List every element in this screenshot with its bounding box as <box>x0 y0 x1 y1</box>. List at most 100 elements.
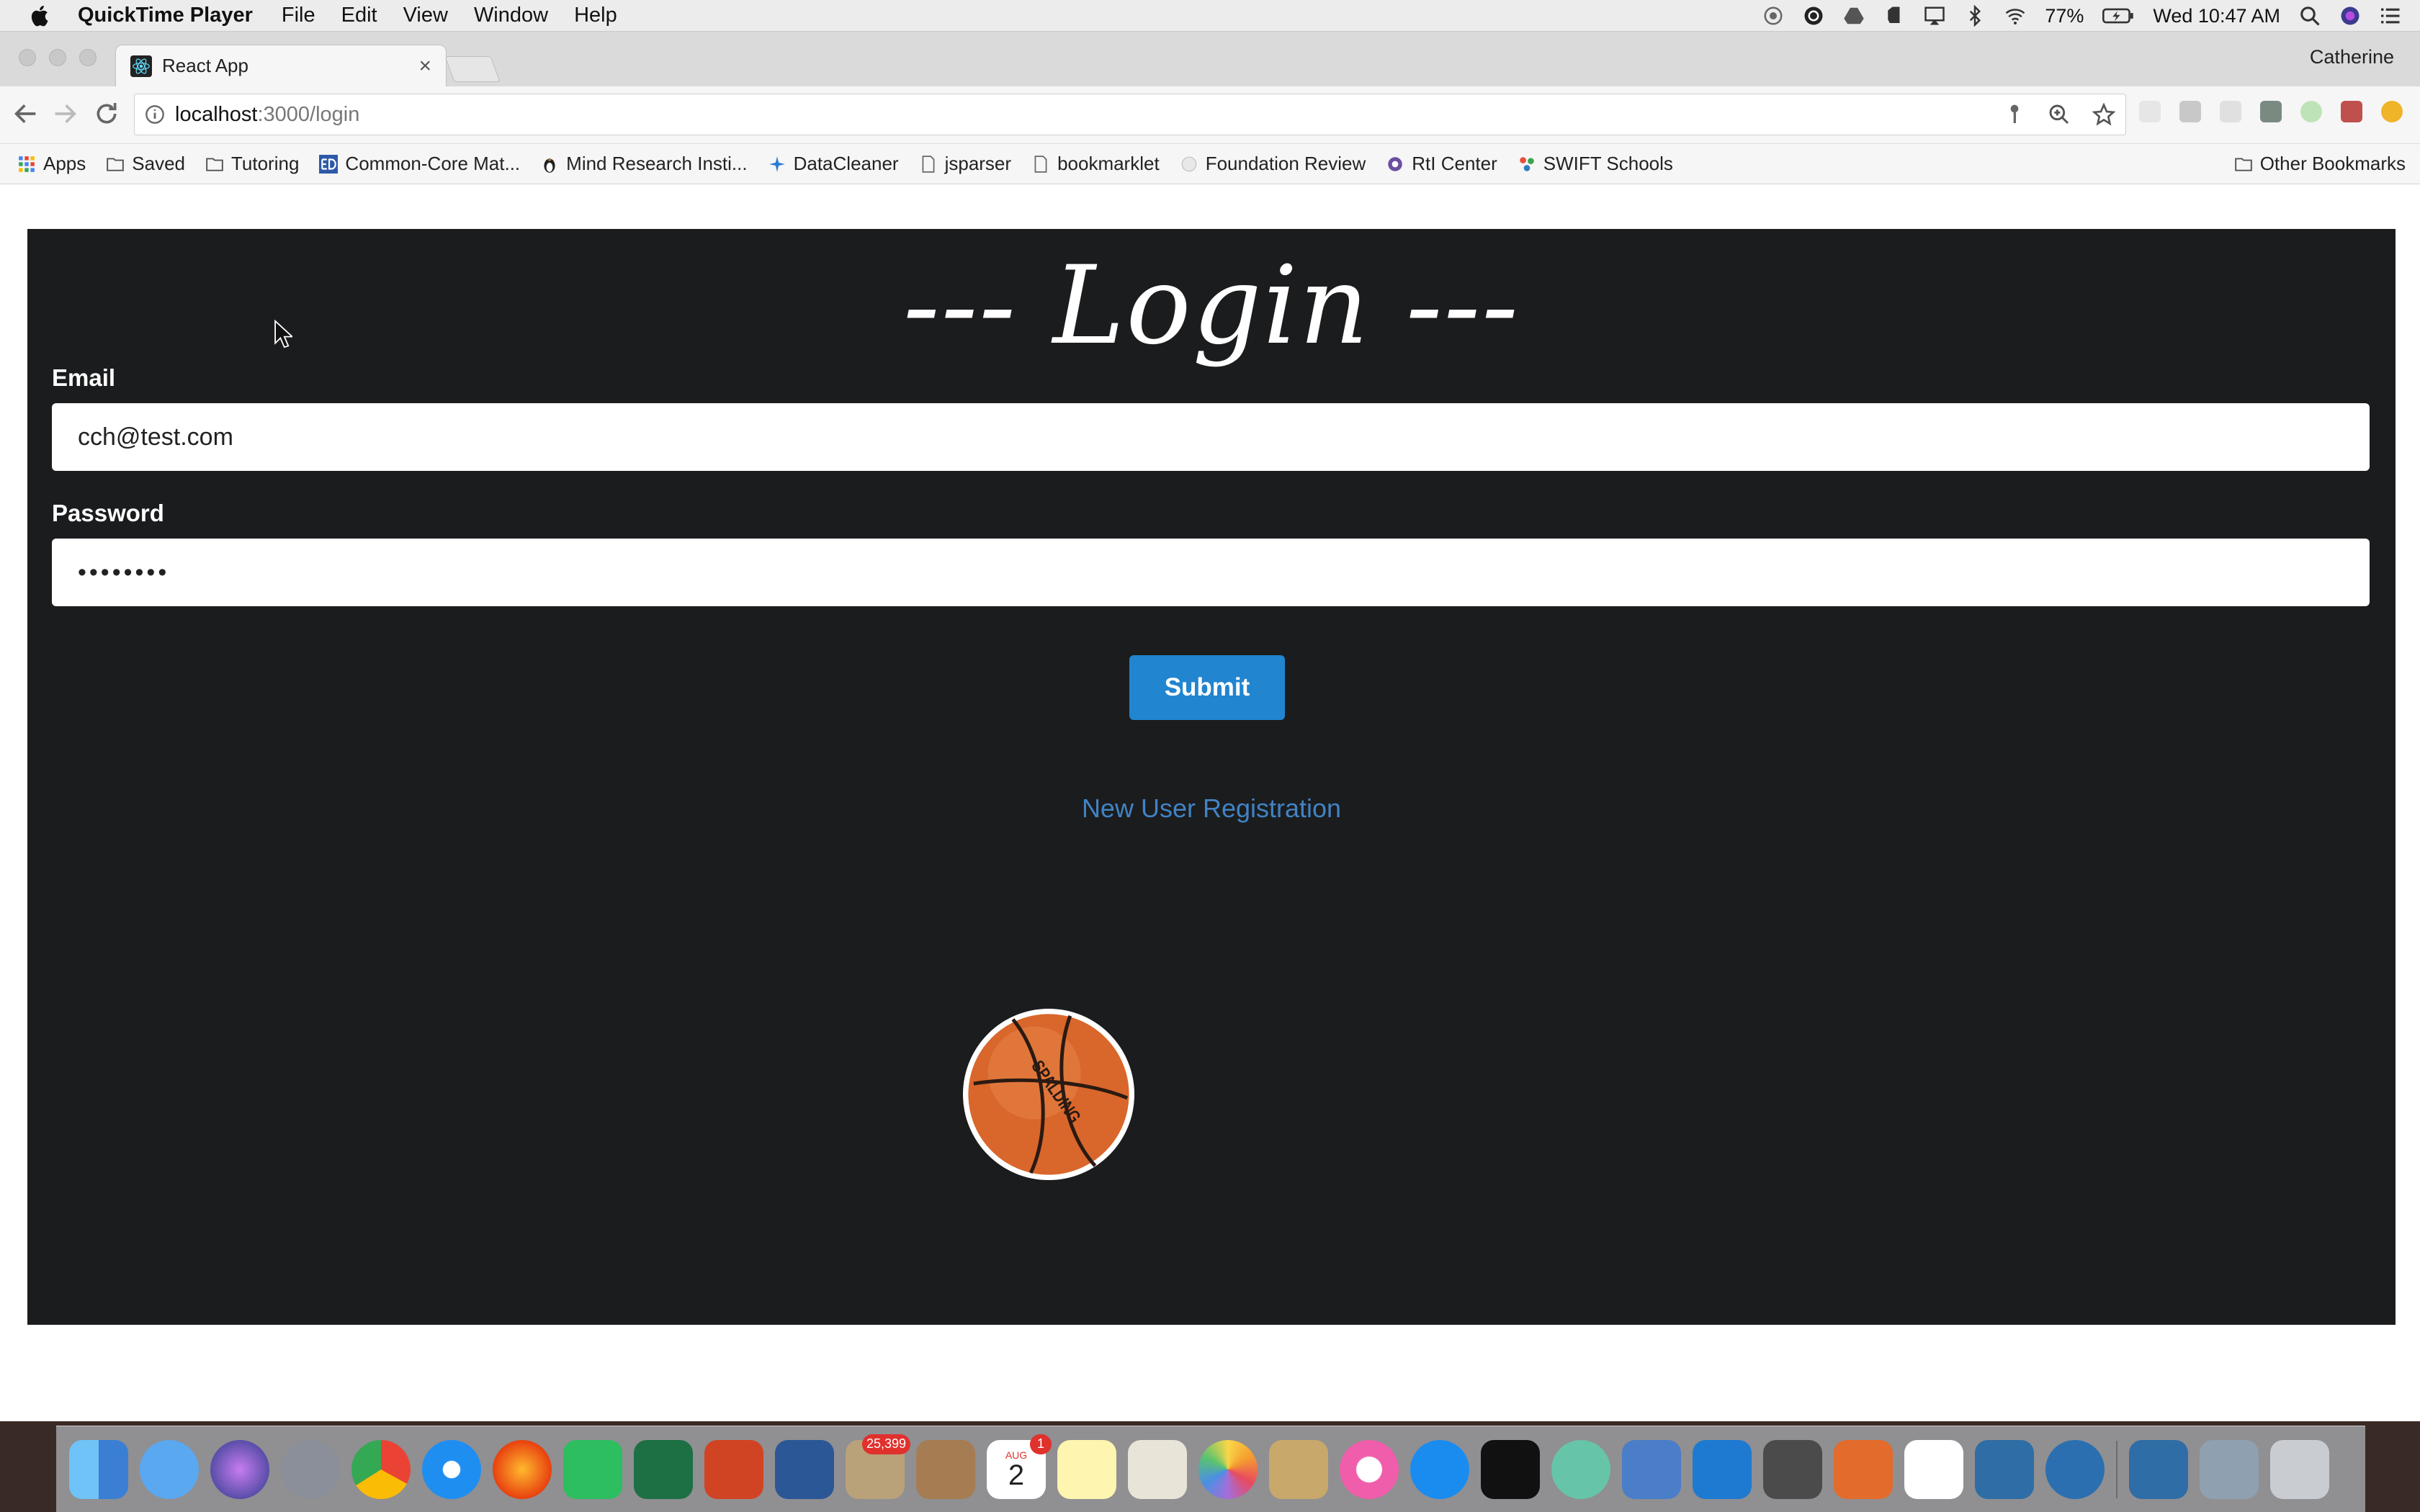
extension-icon[interactable] <box>2179 101 2201 122</box>
pages-icon[interactable] <box>1269 1439 1328 1499</box>
key-icon[interactable] <box>2003 103 2026 126</box>
tab-close-icon[interactable]: × <box>418 54 431 78</box>
battery-icon[interactable] <box>2102 5 2134 27</box>
bookmark-jsparser[interactable]: jsparser <box>919 153 1011 175</box>
evernote-extension-icon[interactable] <box>2260 101 2282 122</box>
new-tab-button[interactable] <box>444 56 501 82</box>
extension-icon[interactable] <box>2220 101 2241 122</box>
bookmark-folder-saved[interactable]: Saved <box>106 153 185 175</box>
messages-icon[interactable] <box>140 1439 199 1499</box>
menu-clock[interactable]: Wed 10:47 AM <box>2153 5 2280 27</box>
calendar-icon[interactable]: AUG 2 1 <box>987 1434 1052 1499</box>
address-bar[interactable]: localhost:3000/login <box>134 94 2126 135</box>
notification-center-icon[interactable] <box>2380 5 2401 27</box>
bookmark-mind-research[interactable]: Mind Research Insti... <box>540 153 748 175</box>
word-icon[interactable] <box>775 1439 834 1499</box>
menu-edit[interactable]: Edit <box>341 4 377 27</box>
extension-icon[interactable] <box>2341 101 2362 122</box>
tab-strip: React App × Catherine <box>0 32 2420 86</box>
siri-icon[interactable] <box>2339 5 2361 27</box>
profile-button[interactable]: Catherine <box>2310 46 2394 68</box>
mail-icon[interactable]: 25,399 <box>846 1434 910 1499</box>
bookmark-swift-schools[interactable]: SWIFT Schools <box>1518 153 1673 175</box>
siri-dock-icon[interactable] <box>210 1439 269 1499</box>
spotlight-icon[interactable] <box>2299 5 2321 27</box>
menu-app-name[interactable]: QuickTime Player <box>78 4 253 27</box>
menu-view[interactable]: View <box>403 4 448 27</box>
bookmark-common-core[interactable]: Common-Core Mat... <box>319 153 520 175</box>
bookmark-label: Saved <box>132 153 185 174</box>
chrome-icon[interactable] <box>351 1439 411 1499</box>
login-panel: --- Login --- Email Password Submit New … <box>27 229 2396 1325</box>
drive-icon[interactable] <box>1843 5 1865 27</box>
minimize-window-button[interactable] <box>49 49 66 66</box>
bookmark-label: Apps <box>43 153 86 174</box>
bluetooth-icon[interactable] <box>1964 5 1986 27</box>
reload-icon[interactable] <box>92 99 121 128</box>
bookmark-bookmarklet[interactable]: bookmarklet <box>1031 153 1160 175</box>
excel-icon[interactable] <box>634 1439 693 1499</box>
contacts-icon[interactable] <box>916 1439 975 1499</box>
record-icon[interactable] <box>1762 5 1784 27</box>
zoom-window-button[interactable] <box>79 49 97 66</box>
firefox-icon[interactable] <box>493 1439 552 1499</box>
safari-icon[interactable] <box>422 1439 481 1499</box>
apple-icon[interactable] <box>27 3 53 29</box>
bookmark-folder-tutoring[interactable]: Tutoring <box>205 153 299 175</box>
slack-icon[interactable] <box>1834 1439 1893 1499</box>
bookmark-datacleaner[interactable]: DataCleaner <box>768 153 899 175</box>
menu-file[interactable]: File <box>282 4 315 27</box>
finder-icon[interactable] <box>69 1439 128 1499</box>
apps-grid-icon <box>19 156 35 172</box>
bookmark-star-icon[interactable] <box>2092 103 2115 126</box>
creative-cloud-icon[interactable] <box>1803 5 1824 27</box>
submit-button[interactable]: Submit <box>1129 655 1285 720</box>
email-field[interactable] <box>52 403 2370 471</box>
preview-icon[interactable] <box>1128 1439 1187 1499</box>
browser-toolbar: localhost:3000/login <box>0 86 2420 144</box>
downloads-stack-icon[interactable] <box>2200 1439 2259 1499</box>
atom-icon[interactable] <box>1551 1439 1610 1499</box>
airplay-icon[interactable] <box>1924 5 1945 27</box>
evernote-tray-icon[interactable] <box>1883 5 1905 27</box>
photos-icon[interactable] <box>1198 1439 1258 1499</box>
bookmark-apps[interactable]: Apps <box>17 153 86 175</box>
terminal-icon[interactable] <box>1481 1439 1540 1499</box>
menu-window[interactable]: Window <box>474 4 548 27</box>
camera-app-icon[interactable] <box>1975 1439 2034 1499</box>
vscode-icon[interactable] <box>1693 1439 1752 1499</box>
acrobat-icon[interactable] <box>1904 1439 1963 1499</box>
forward-arrow-icon[interactable] <box>50 99 79 128</box>
tab-react-app[interactable]: React App × <box>115 45 447 86</box>
extension-icon[interactable] <box>2381 101 2403 122</box>
xcode-icon[interactable] <box>1622 1439 1681 1499</box>
app-store-icon[interactable] <box>1410 1439 1469 1499</box>
password-field[interactable] <box>52 539 2370 606</box>
screenshot-app-icon[interactable] <box>2129 1439 2188 1499</box>
bookmark-label: SWIFT Schools <box>1543 153 1673 174</box>
quicktime-icon[interactable] <box>2045 1439 2105 1499</box>
zoom-icon[interactable] <box>2048 103 2071 126</box>
menu-help[interactable]: Help <box>574 4 617 27</box>
bookmark-foundation-review[interactable]: Foundation Review <box>1180 153 1366 175</box>
notes-icon[interactable] <box>1057 1439 1116 1499</box>
extension-icon[interactable] <box>2139 101 2161 122</box>
launchpad-icon[interactable] <box>281 1439 340 1499</box>
powerpoint-icon[interactable] <box>704 1439 763 1499</box>
info-icon[interactable] <box>145 104 165 125</box>
trash-icon[interactable] <box>2270 1439 2329 1499</box>
email-label: Email <box>52 364 116 391</box>
close-window-button[interactable] <box>19 49 36 66</box>
folder-icon <box>2234 157 2252 171</box>
bookmark-other[interactable]: Other Bookmarks <box>2234 153 2406 175</box>
bookmark-rti-center[interactable]: RtI Center <box>1386 153 1497 175</box>
back-arrow-icon[interactable] <box>12 99 40 128</box>
evernote-icon[interactable] <box>563 1439 622 1499</box>
itunes-icon[interactable] <box>1340 1439 1399 1499</box>
extension-icon[interactable] <box>2300 101 2322 122</box>
datacleaner-icon <box>768 156 785 172</box>
new-user-registration-link[interactable]: New User Registration <box>27 793 2396 824</box>
wifi-icon[interactable] <box>2004 5 2026 27</box>
url-path: :3000/login <box>257 102 360 126</box>
sublime-text-icon[interactable] <box>1763 1439 1822 1499</box>
